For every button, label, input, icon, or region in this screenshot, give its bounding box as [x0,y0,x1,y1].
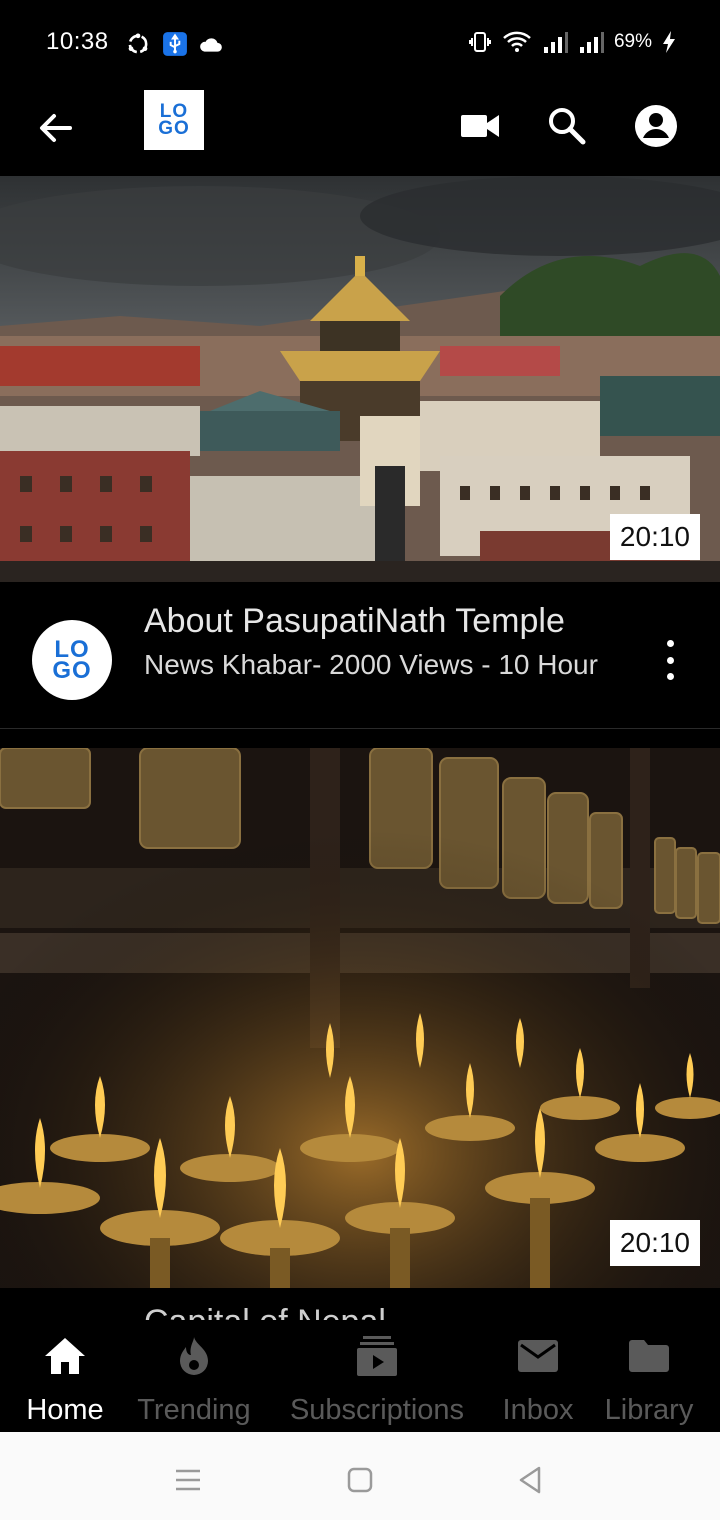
camera-button[interactable] [454,100,506,152]
nav-library[interactable]: Library [596,1320,702,1432]
account-icon [635,105,677,147]
video-thumbnail[interactable]: 20:10 [0,176,720,582]
back-arrow-icon [40,114,72,142]
back-button[interactable] [34,106,78,150]
back-system-button[interactable] [510,1460,550,1500]
channel-avatar[interactable]: LO GO [32,620,112,700]
more-dot [666,640,674,647]
status-time: 10:38 [46,28,109,55]
more-options-button[interactable] [660,640,680,680]
status-system-icons: 69% [468,30,676,54]
status-bar: 10:38 69% [0,0,720,88]
nav-trending[interactable]: Trending [128,1320,260,1432]
system-navigation-bar [0,1432,720,1520]
mail-icon [518,1340,558,1372]
status-notification-icons [124,30,224,58]
nav-subscriptions[interactable]: Subscriptions [276,1320,478,1432]
nav-inbox[interactable]: Inbox [492,1320,584,1432]
menu-icon [176,1469,200,1491]
signal-icon [543,32,568,53]
video-duration: 20:10 [609,514,700,560]
more-dot [666,673,674,680]
app-logo[interactable]: LO GO [144,90,204,150]
more-dot [666,656,674,664]
account-button[interactable] [630,100,682,152]
video-info-row[interactable]: LO GO About PasupatiNath Temple News Kha… [0,592,720,729]
video-duration: 20:10 [609,1220,700,1266]
nav-home[interactable]: Home [10,1320,120,1432]
butter-lamps-thumbnail-image [0,748,720,1288]
bottom-navigation: Home Trending Subscriptions Inbox Librar… [0,1320,720,1432]
battery-percent: 69% [613,31,652,52]
search-button[interactable] [541,100,593,152]
cloud-icon [200,38,222,52]
video-subtitle: News Khabar- 2000 Views - 10 Hour [144,649,598,680]
nav-label: Trending [137,1394,251,1426]
video-camera-icon [461,115,499,137]
nav-label: Home [26,1394,104,1426]
recent-apps-button[interactable] [168,1460,208,1500]
logo-line-2: GO [158,118,190,139]
wifi-icon [503,31,531,52]
app-bar: LO GO [0,88,720,176]
nav-label: Inbox [502,1394,574,1426]
video-title[interactable]: About PasupatiNath Temple [144,602,565,641]
nav-label: Subscriptions [289,1394,465,1426]
square-icon [347,1467,373,1493]
back-triangle-icon [519,1466,541,1494]
subscriptions-icon [357,1336,397,1376]
home-system-button[interactable] [340,1460,380,1500]
folder-icon [629,1340,669,1372]
signal-icon [579,32,604,53]
usb-icon [163,32,187,56]
sync-icon [128,33,148,54]
video-thumbnail[interactable]: 20:10 [0,748,720,1288]
avatar-logo-line-2: GO [52,657,92,684]
nav-label: Library [604,1394,694,1426]
charging-icon [663,31,675,53]
fire-icon [180,1337,208,1375]
vibrate-icon [468,32,491,52]
home-icon [45,1338,85,1374]
search-icon [549,108,586,145]
